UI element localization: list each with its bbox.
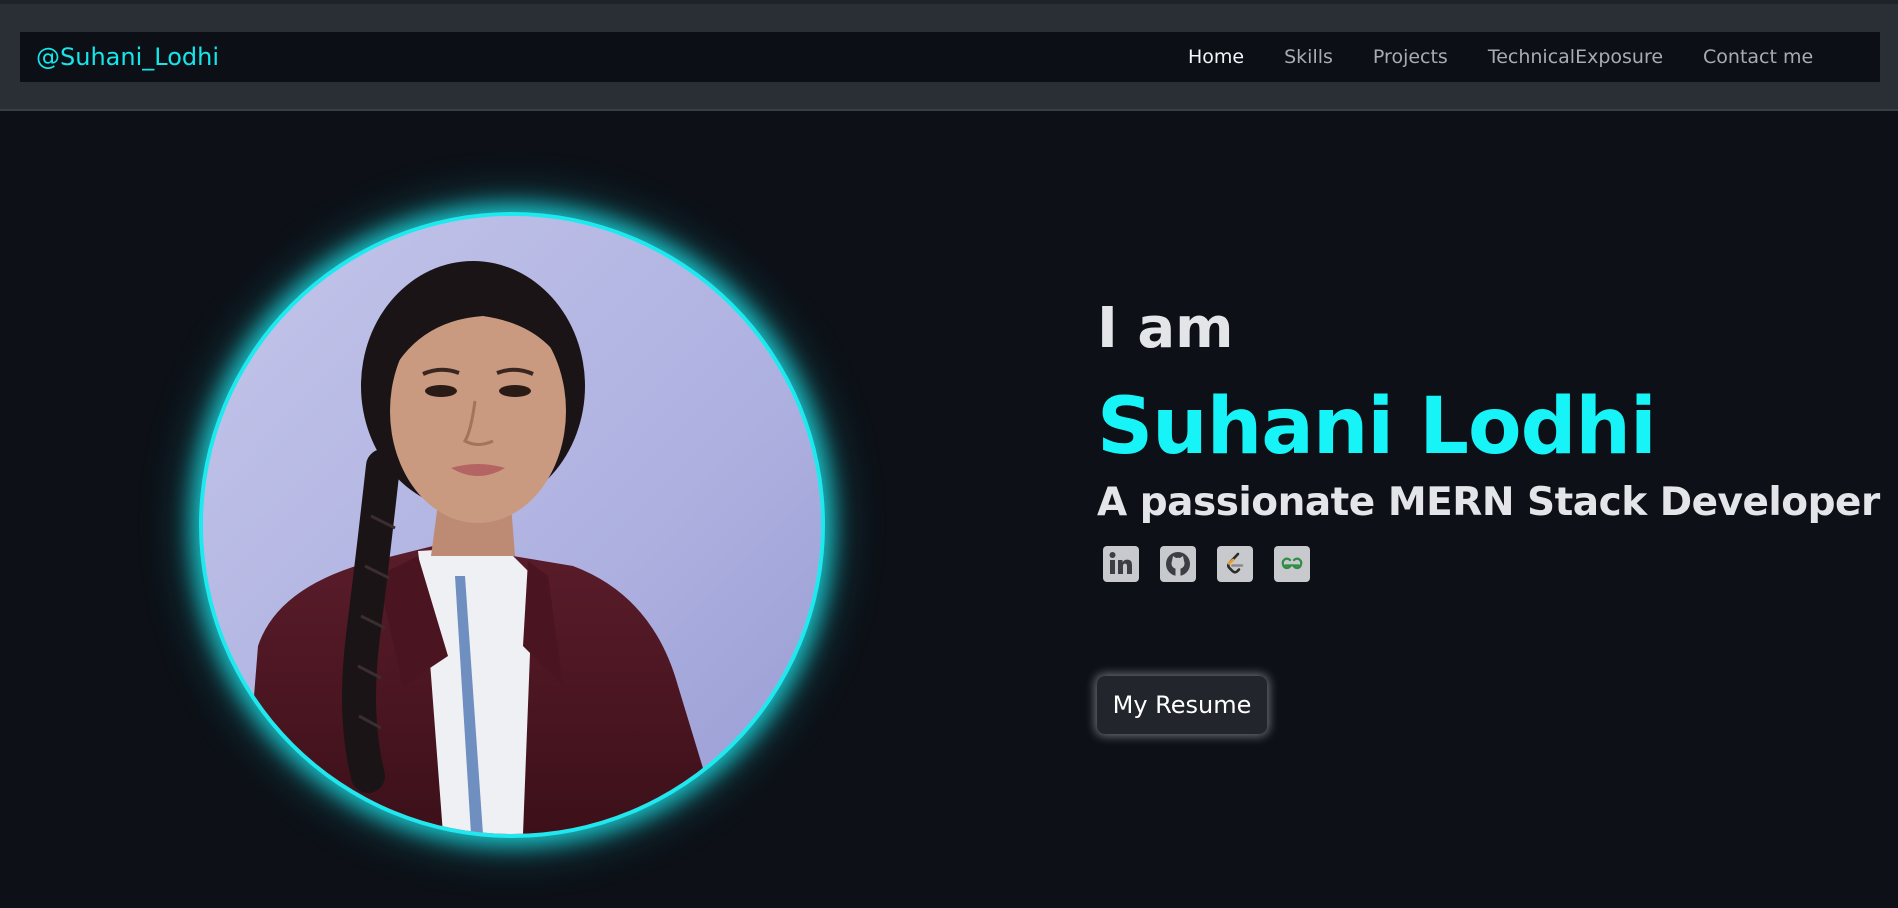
social-links bbox=[1103, 546, 1331, 582]
hero-intro: I am bbox=[1097, 296, 1234, 361]
leetcode-icon[interactable] bbox=[1217, 546, 1253, 582]
nav-link-projects[interactable]: Projects bbox=[1373, 46, 1448, 68]
nav-link-home[interactable]: Home bbox=[1188, 46, 1244, 68]
linkedin-icon[interactable] bbox=[1103, 546, 1139, 582]
profile-photo-ring bbox=[199, 212, 825, 838]
nav-links: Home Skills Projects TechnicalExposure C… bbox=[1188, 32, 1813, 82]
nav-link-technical-exposure[interactable]: TechnicalExposure bbox=[1488, 46, 1663, 68]
brand-link[interactable]: @Suhani_Lodhi bbox=[36, 32, 219, 82]
navbar: @Suhani_Lodhi Home Skills Projects Techn… bbox=[20, 32, 1880, 82]
nav-link-skills[interactable]: Skills bbox=[1284, 46, 1333, 68]
resume-button[interactable]: My Resume bbox=[1097, 676, 1267, 734]
hero-name: Suhani Lodhi bbox=[1097, 382, 1657, 472]
nav-link-contact[interactable]: Contact me bbox=[1703, 46, 1813, 68]
github-icon[interactable] bbox=[1160, 546, 1196, 582]
profile-photo bbox=[203, 216, 821, 834]
hero-tagline: A passionate MERN Stack Developer bbox=[1097, 480, 1880, 525]
geeksforgeeks-icon[interactable] bbox=[1274, 546, 1310, 582]
header-bar: @Suhani_Lodhi Home Skills Projects Techn… bbox=[0, 4, 1898, 111]
